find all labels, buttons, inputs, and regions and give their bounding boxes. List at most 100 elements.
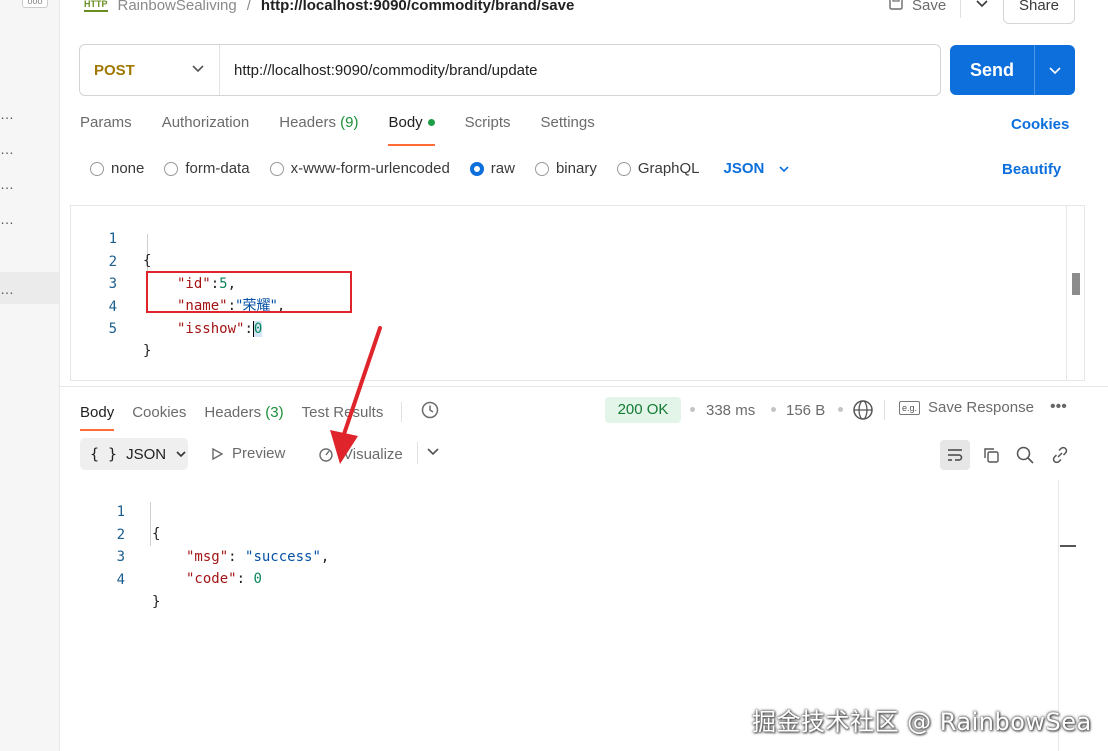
annotation-highlight-box <box>146 271 352 313</box>
annotation-arrow <box>330 326 382 464</box>
tab-settings[interactable]: Settings <box>541 114 595 140</box>
body-format-label: JSON <box>723 160 765 177</box>
meta-separator <box>690 407 695 412</box>
response-size[interactable]: 156 B <box>786 402 825 419</box>
tab-response-headers-label: Headers <box>204 403 262 421</box>
response-time[interactable]: 338 ms <box>706 402 755 419</box>
method-select[interactable]: POST <box>80 45 220 95</box>
code-text: } <box>152 594 161 610</box>
scrollbar-thumb[interactable] <box>1060 545 1076 547</box>
response-format-select[interactable]: { } JSON <box>80 438 188 470</box>
code-text: { <box>152 526 161 542</box>
sidebar-top-icon[interactable]: ooo <box>22 0 48 8</box>
request-tabs: Params Authorization Headers (9) Body Sc… <box>80 114 595 146</box>
code-line: 4 "isshow":0 <box>71 274 263 337</box>
radio-urlencoded[interactable]: x-www-form-urlencoded <box>269 160 450 177</box>
save-icon <box>888 0 904 15</box>
tab-response-cookies[interactable]: Cookies <box>132 404 186 421</box>
radio-circle <box>90 161 104 176</box>
code-text: { <box>143 253 152 269</box>
json-key: "code" <box>186 571 237 587</box>
breadcrumb-request-name[interactable]: http://localhost:9090/commodity/brand/sa… <box>261 0 574 14</box>
breadcrumb-collection[interactable]: RainbowSealiving <box>118 0 237 14</box>
status-badge[interactable]: 200 OK <box>605 397 681 423</box>
meta-divider <box>884 400 885 420</box>
scrollbar-thumb[interactable] <box>1072 273 1080 295</box>
more-options-icon[interactable]: ••• <box>1050 398 1067 416</box>
save-group: Save <box>888 0 989 18</box>
sidebar-more-icon[interactable]: … <box>0 211 15 227</box>
save-response-button[interactable]: e.g. Save Response <box>899 399 1034 416</box>
sidebar-more-icon[interactable]: … <box>0 281 15 297</box>
response-format-label: JSON <box>126 445 167 463</box>
visualize-options-chevron-icon[interactable] <box>426 444 440 462</box>
radio-none-label: none <box>111 160 145 177</box>
json-key: "msg" <box>186 549 229 565</box>
preview-button[interactable]: Preview <box>210 445 285 462</box>
radio-graphql[interactable]: GraphQL <box>616 160 700 177</box>
code-line: 1 { <box>70 479 161 542</box>
tab-params[interactable]: Params <box>80 114 132 140</box>
left-sidebar: ooo … … … … … <box>0 0 60 751</box>
tab-response-body[interactable]: Body <box>80 404 115 431</box>
radio-circle <box>616 161 631 176</box>
tab-authorization-label: Authorization <box>161 114 250 131</box>
radio-binary[interactable]: binary <box>534 160 597 177</box>
body-format-select[interactable]: JSON <box>724 160 791 177</box>
editor-scrollbar[interactable] <box>1066 205 1084 381</box>
code-line: 1 { <box>71 206 152 269</box>
toolbar-divider <box>417 442 418 464</box>
radio-raw-label: raw <box>490 160 515 177</box>
response-body-viewer[interactable]: 1 { 2 "msg": "success", 3 "code": 0 4 } <box>70 478 1070 610</box>
body-modified-dot <box>427 118 435 126</box>
meta-separator <box>771 407 776 412</box>
radio-form-data-label: form-data <box>185 160 250 177</box>
tab-headers[interactable]: Headers (9) <box>279 114 358 140</box>
radio-raw[interactable]: raw <box>469 160 515 177</box>
code-text: "code": 0 <box>186 568 262 590</box>
sidebar-more-icon[interactable]: … <box>0 106 15 122</box>
share-button[interactable]: Share <box>1003 0 1075 24</box>
cookies-link[interactable]: Cookies <box>1011 116 1069 133</box>
save-response-label: Save Response <box>928 399 1034 416</box>
code-line: 3 "name":"荣耀", <box>71 251 286 314</box>
history-icon[interactable] <box>420 400 440 424</box>
sidebar-more-icon[interactable]: … <box>0 141 15 157</box>
breadcrumb: HTTP RainbowSealiving / http://localhost… <box>84 0 574 16</box>
network-globe-icon[interactable] <box>852 399 874 425</box>
send-options-chevron-icon[interactable] <box>1035 45 1075 95</box>
link-icon[interactable] <box>1045 440 1075 470</box>
sidebar-more-icon[interactable]: … <box>0 176 15 192</box>
json-punct: , <box>320 549 330 565</box>
copy-icon[interactable] <box>976 440 1006 470</box>
save-button[interactable]: Save <box>912 0 946 14</box>
line-number: 5 <box>108 321 117 337</box>
tab-params-label: Params <box>80 114 132 131</box>
radio-none[interactable]: none <box>90 160 144 177</box>
code-line: 3 "code": 0 <box>70 524 262 587</box>
pane-divider[interactable] <box>60 386 1108 387</box>
search-icon[interactable] <box>1010 440 1040 470</box>
save-options-chevron-icon[interactable] <box>975 0 989 14</box>
beautify-button[interactable]: Beautify <box>1002 161 1061 178</box>
tab-authorization[interactable]: Authorization <box>162 114 250 140</box>
tab-response-headers[interactable]: Headers (3) <box>204 404 283 421</box>
tab-scripts[interactable]: Scripts <box>465 114 511 140</box>
indent-guide <box>150 502 151 546</box>
wrap-lines-icon[interactable] <box>940 440 970 470</box>
body-type-radios: none form-data x-www-form-urlencoded raw… <box>90 160 790 177</box>
line-number: 2 <box>116 527 125 543</box>
line-number: 3 <box>116 549 125 565</box>
braces-icon: { } <box>90 445 118 463</box>
json-number: 0 <box>253 571 262 587</box>
url-input[interactable] <box>220 45 940 95</box>
radio-form-data[interactable]: form-data <box>164 160 250 177</box>
code-line: 2 "id":5, <box>71 229 236 292</box>
tabs-divider <box>401 402 403 422</box>
send-button[interactable]: Send <box>950 45 1034 95</box>
code-line: 5 } <box>71 296 152 359</box>
radio-urlencoded-label: x-www-form-urlencoded <box>290 160 450 177</box>
radio-binary-label: binary <box>555 160 597 177</box>
tab-body[interactable]: Body <box>388 114 435 146</box>
watermark: 掘金技术社区 @ RainbowSea <box>752 708 1092 736</box>
